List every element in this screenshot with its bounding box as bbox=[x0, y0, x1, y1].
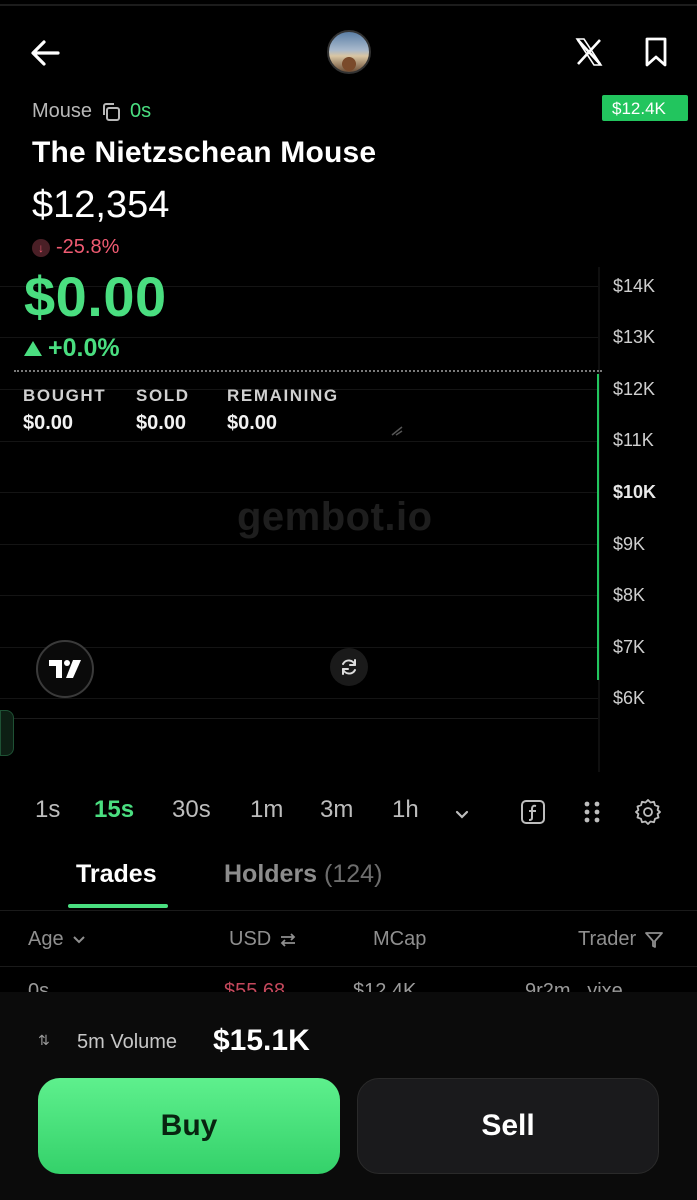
buy-button[interactable]: Buy bbox=[38, 1078, 340, 1174]
swap-icon bbox=[280, 932, 296, 947]
column-label: Age bbox=[28, 928, 64, 950]
drag-dots-icon[interactable] bbox=[578, 798, 606, 826]
chevron-down-icon[interactable] bbox=[450, 802, 474, 826]
cell-usd: $55.68 bbox=[224, 980, 286, 992]
back-arrow-icon[interactable] bbox=[28, 36, 62, 70]
column-label: USD bbox=[229, 928, 272, 950]
token-avatar bbox=[327, 30, 371, 74]
column-trader[interactable]: Trader bbox=[578, 928, 664, 951]
tradingview-icon bbox=[49, 660, 81, 678]
sell-button[interactable]: Sell bbox=[357, 1078, 659, 1174]
sort-arrows-icon: ⇅ bbox=[38, 1032, 50, 1048]
stat-label: REMAINING bbox=[227, 386, 339, 405]
resize-handle-icon[interactable] bbox=[390, 426, 404, 436]
cell-mcap: $12.4K bbox=[353, 980, 417, 992]
volume-value: $15.1K bbox=[213, 1024, 310, 1057]
cell-trader: 9r2m...yixe bbox=[525, 980, 623, 992]
stat-value: $0.00 bbox=[227, 412, 278, 434]
timeframe-3m[interactable]: 3m bbox=[320, 796, 353, 824]
timeframe-selector: 1s 15s 30s 1m 3m 1h bbox=[0, 796, 697, 832]
y-tick-label: $13K bbox=[613, 327, 656, 347]
filter-icon bbox=[645, 931, 664, 948]
token-ticker: Mouse bbox=[32, 100, 93, 122]
y-tick-label: $8K bbox=[613, 585, 646, 605]
y-tick-label: $14K bbox=[613, 276, 656, 296]
top-divider bbox=[0, 4, 697, 6]
timeframe-1m[interactable]: 1m bbox=[250, 796, 283, 824]
stat-bought: BOUGHT $0.00 bbox=[23, 386, 106, 435]
table-row[interactable]: 0s $55.68 $12.4K 9r2m...yixe bbox=[0, 980, 697, 992]
chevron-down-icon bbox=[72, 935, 85, 943]
refresh-icon bbox=[342, 659, 356, 675]
timeframe-1h[interactable]: 1h bbox=[392, 796, 419, 824]
stat-label: SOLD bbox=[136, 386, 190, 405]
y-tick-label: $12K bbox=[613, 379, 656, 399]
refresh-button[interactable] bbox=[330, 648, 368, 686]
timeframe-1s[interactable]: 1s bbox=[35, 796, 60, 824]
price-change: -25.8% bbox=[56, 236, 120, 258]
tradingview-logo-button[interactable] bbox=[36, 640, 94, 698]
bookmark-icon[interactable] bbox=[641, 36, 671, 68]
up-triangle-icon bbox=[24, 341, 42, 356]
chart-bottom-divider bbox=[0, 718, 598, 719]
pnl-value: $0.00 bbox=[24, 265, 167, 328]
gridline bbox=[0, 595, 598, 596]
timeframe-15s[interactable]: 15s bbox=[94, 796, 134, 824]
pnl-change-row: +0.0% bbox=[24, 334, 120, 363]
x-logo-icon[interactable] bbox=[574, 36, 604, 68]
active-tab-indicator bbox=[68, 904, 168, 908]
column-label: MCap bbox=[373, 928, 427, 950]
stat-label: BOUGHT bbox=[23, 386, 107, 405]
column-age[interactable]: Age bbox=[28, 928, 86, 951]
tab-holders[interactable]: Holders (124) bbox=[224, 860, 382, 889]
price-candle-line bbox=[597, 374, 599, 680]
tab-holders-label: Holders bbox=[224, 860, 318, 888]
gridline bbox=[0, 441, 598, 442]
cell-age: 0s bbox=[28, 980, 50, 992]
token-name: The Nietzschean Mouse bbox=[32, 136, 377, 169]
down-arrow-icon: ↓ bbox=[32, 238, 50, 257]
holders-count: (124) bbox=[324, 860, 383, 888]
gridline bbox=[0, 698, 598, 699]
gridline bbox=[0, 544, 598, 545]
watermark: gembot.io bbox=[237, 495, 433, 539]
gridline bbox=[0, 492, 598, 493]
timeframe-30s[interactable]: 30s bbox=[172, 796, 211, 824]
column-label: Trader bbox=[578, 928, 637, 950]
column-mcap[interactable]: MCap bbox=[373, 928, 426, 951]
pnl-change: +0.0% bbox=[48, 334, 120, 362]
y-tick-label: $7K bbox=[613, 637, 646, 657]
stat-sold: SOLD $0.00 bbox=[136, 386, 190, 435]
stat-value: $0.00 bbox=[23, 412, 74, 434]
volume-label: 5m Volume bbox=[77, 1031, 178, 1053]
column-usd[interactable]: USD bbox=[229, 928, 297, 951]
current-price-tag: $12.4K bbox=[602, 95, 688, 121]
price-change-row: ↓ -25.8% bbox=[32, 236, 119, 259]
gear-icon[interactable] bbox=[634, 798, 662, 826]
stat-remaining: REMAINING $0.00 bbox=[227, 386, 339, 435]
stat-value: $0.00 bbox=[136, 412, 187, 434]
gridline bbox=[0, 647, 598, 648]
tab-trades[interactable]: Trades bbox=[76, 860, 157, 889]
tab-divider bbox=[0, 910, 697, 911]
market-cap: $12,354 bbox=[32, 184, 170, 226]
y-tick-label: $9K bbox=[613, 534, 646, 554]
function-icon[interactable] bbox=[519, 798, 547, 826]
current-price-line bbox=[14, 370, 602, 372]
side-drawer-handle[interactable] bbox=[0, 710, 14, 756]
ticker-row: Mouse 0s bbox=[32, 100, 151, 123]
token-age: 0s bbox=[130, 100, 152, 122]
y-tick-label: $6K bbox=[613, 688, 646, 708]
y-tick-label: $10K bbox=[613, 482, 657, 502]
y-tick-label: $11K bbox=[613, 430, 654, 450]
copy-icon[interactable] bbox=[100, 101, 122, 123]
header-row-divider bbox=[0, 966, 697, 967]
